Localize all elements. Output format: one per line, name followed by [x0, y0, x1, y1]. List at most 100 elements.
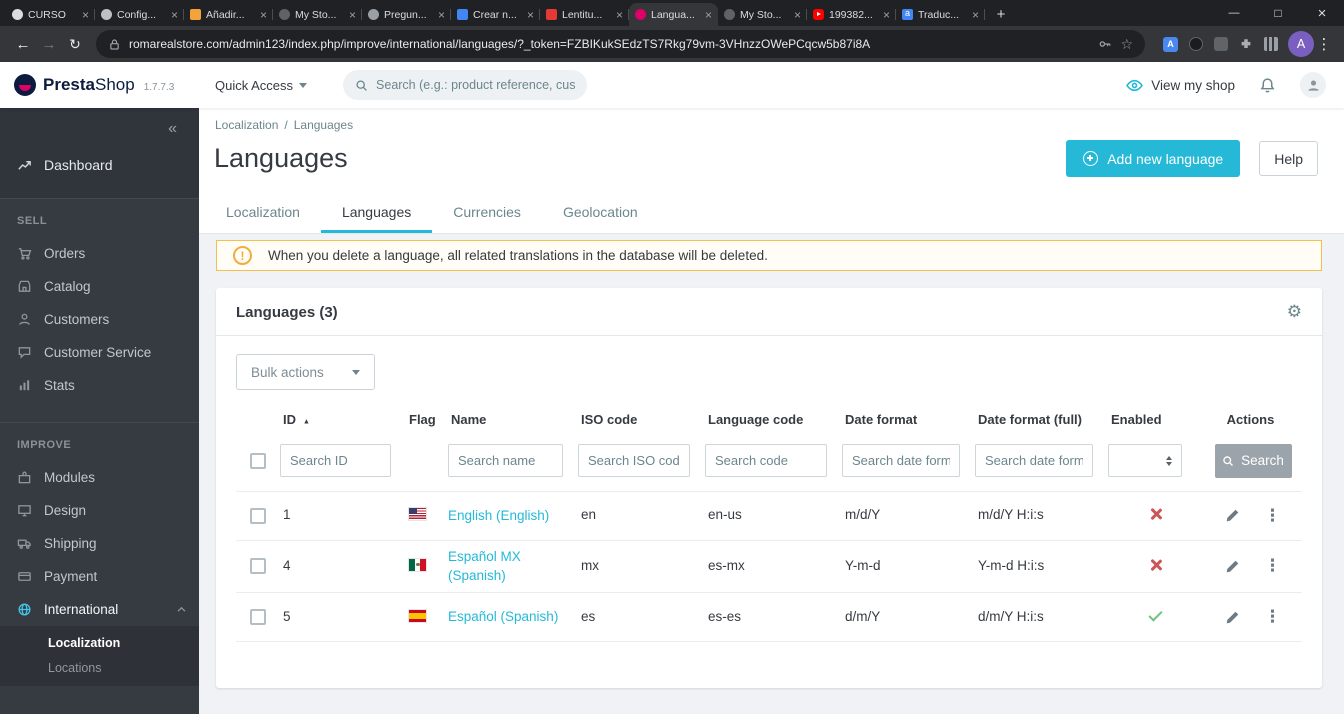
quick-access-dropdown[interactable]: Quick Access [215, 78, 308, 93]
admin-search-input[interactable] [376, 78, 576, 92]
sidebar-item-design[interactable]: Design [0, 494, 199, 527]
column-header-language-code[interactable]: Language code [705, 404, 842, 442]
browser-tab[interactable]: Lentitu... [540, 3, 629, 26]
browser-tab-active[interactable]: Langua... [629, 3, 718, 26]
tab-close-icon[interactable] [616, 9, 623, 21]
browser-menu-icon[interactable] [1314, 35, 1334, 53]
language-name-link[interactable]: English (English) [448, 506, 557, 526]
filter-id-input[interactable] [280, 444, 391, 478]
tab-close-icon[interactable] [349, 9, 356, 21]
browser-tab[interactable]: Crear n... [451, 3, 540, 26]
reload-button[interactable] [62, 31, 88, 57]
sidebar-item-dashboard[interactable]: Dashboard [0, 146, 199, 184]
column-header-date-format-full[interactable]: Date format (full) [975, 404, 1108, 442]
sidebar-item-customers[interactable]: Customers [0, 303, 199, 336]
enabled-status-icon[interactable] [1148, 610, 1164, 622]
add-new-language-button[interactable]: Add new language [1066, 140, 1241, 177]
browser-tab[interactable]: My Sto... [718, 3, 807, 26]
edit-pencil-icon[interactable] [1225, 508, 1240, 523]
sidebar-item-customer-service[interactable]: Customer Service [0, 336, 199, 369]
column-header-date-format[interactable]: Date format [842, 404, 975, 442]
help-button[interactable]: Help [1259, 141, 1318, 176]
window-minimize-button[interactable] [1212, 0, 1256, 26]
view-my-shop-link[interactable]: View my shop [1126, 78, 1235, 93]
row-checkbox[interactable] [250, 507, 266, 524]
tab-close-icon[interactable] [82, 9, 89, 21]
row-checkbox[interactable] [250, 558, 266, 575]
sidebar-item-catalog[interactable]: Catalog [0, 270, 199, 303]
tab-close-icon[interactable] [171, 9, 178, 21]
sidebar-item-orders[interactable]: Orders [0, 237, 199, 270]
extension-icon[interactable] [1264, 37, 1278, 51]
select-all-checkbox[interactable] [250, 452, 266, 469]
row-checkbox[interactable] [250, 609, 266, 626]
tab-localization[interactable]: Localization [205, 192, 321, 233]
tab-close-icon[interactable] [705, 9, 712, 21]
filter-language-code-input[interactable] [705, 444, 827, 478]
notifications-bell-icon[interactable] [1259, 77, 1276, 94]
browser-tab[interactable]: Añadir... [184, 3, 273, 26]
search-button[interactable]: Search [1214, 443, 1292, 478]
window-close-button[interactable] [1300, 0, 1344, 26]
url-text[interactable]: romarealstore.com/admin123/index.php/imp… [129, 37, 1090, 51]
language-name-link[interactable]: Español MX (Spanish) [448, 547, 578, 586]
bookmark-star-icon[interactable] [1120, 36, 1133, 53]
prestashop-logo[interactable]: PrestaShop 1.7.7.3 [0, 74, 199, 96]
tab-close-icon[interactable] [794, 9, 801, 21]
browser-tab[interactable]: Traduc... [896, 3, 985, 26]
sidebar-item-stats[interactable]: Stats [0, 369, 199, 402]
password-key-icon[interactable] [1098, 37, 1112, 51]
language-name-link[interactable]: Español (Spanish) [448, 607, 566, 627]
tab-languages[interactable]: Languages [320, 192, 433, 233]
breadcrumb-parent[interactable]: Localization [215, 118, 278, 132]
browser-profile-avatar[interactable]: A [1288, 31, 1314, 57]
back-button[interactable] [10, 31, 36, 57]
browser-tab[interactable]: CURSO [6, 3, 95, 26]
sidebar-item-modules[interactable]: Modules [0, 461, 199, 494]
sidebar-item-international[interactable]: International [0, 593, 199, 626]
row-menu-icon[interactable] [1264, 556, 1281, 576]
filter-date-format-full-input[interactable] [975, 444, 1093, 478]
column-header-name[interactable]: Name [448, 404, 578, 442]
tab-close-icon[interactable] [527, 9, 534, 21]
tab-close-icon[interactable] [972, 9, 979, 21]
column-header-enabled[interactable]: Enabled [1108, 404, 1204, 442]
extension-icon[interactable] [1189, 37, 1203, 51]
sidebar-subitem-locations[interactable]: Locations [0, 655, 199, 680]
browser-tab[interactable]: Config... [95, 3, 184, 26]
browser-tab[interactable]: My Sto... [273, 3, 362, 26]
extensions-puzzle-icon[interactable] [1239, 37, 1253, 51]
filter-name-input[interactable] [448, 444, 563, 478]
sidebar-subitem-localization[interactable]: Localization [0, 630, 199, 655]
forward-button[interactable] [36, 31, 62, 57]
row-menu-icon[interactable] [1264, 607, 1281, 627]
filter-iso-input[interactable] [578, 444, 690, 478]
sidebar-item-shipping[interactable]: Shipping [0, 527, 199, 560]
tab-close-icon[interactable] [438, 9, 445, 21]
browser-tab[interactable]: 199382... [807, 3, 896, 26]
tab-close-icon[interactable] [260, 9, 267, 21]
new-tab-button[interactable] [989, 3, 1013, 26]
tab-geolocation[interactable]: Geolocation [542, 192, 659, 233]
extension-icon[interactable] [1214, 37, 1228, 51]
enabled-status-icon[interactable] [1149, 507, 1163, 521]
window-maximize-button[interactable] [1256, 0, 1300, 26]
sidebar-item-payment[interactable]: Payment [0, 560, 199, 593]
tab-currencies[interactable]: Currencies [432, 192, 542, 233]
tab-close-icon[interactable] [883, 9, 890, 21]
edit-pencil-icon[interactable] [1225, 610, 1240, 625]
edit-pencil-icon[interactable] [1225, 559, 1240, 574]
browser-tab[interactable]: Pregun... [362, 3, 451, 26]
translate-extension-icon[interactable] [1163, 36, 1178, 52]
enabled-status-icon[interactable] [1149, 558, 1163, 572]
bulk-actions-button[interactable]: Bulk actions [236, 354, 375, 390]
enabled-filter-select[interactable] [1108, 444, 1182, 478]
column-header-iso[interactable]: ISO code [578, 404, 705, 442]
sort-asc-icon[interactable] [302, 416, 311, 426]
profile-avatar[interactable] [1300, 72, 1326, 98]
row-menu-icon[interactable] [1264, 506, 1281, 526]
gear-icon[interactable] [1287, 302, 1302, 322]
address-bar[interactable]: romarealstore.com/admin123/index.php/imp… [96, 30, 1145, 58]
column-header-id[interactable]: ID [280, 404, 406, 442]
sidebar-collapse-icon[interactable] [168, 120, 175, 138]
